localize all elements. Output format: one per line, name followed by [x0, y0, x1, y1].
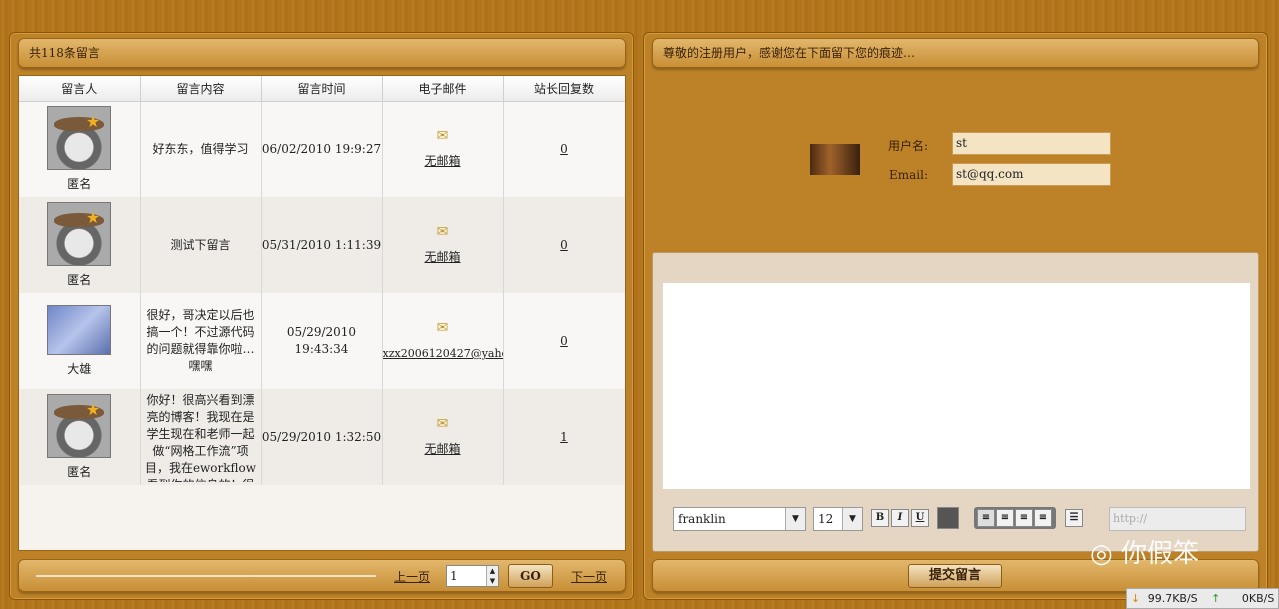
message-table: 留言人 留言内容 留言时间 电子邮件 站长回复数 匿名 好东东，值得学习 06/…	[18, 75, 626, 551]
avatar	[47, 201, 112, 266]
message-time: 05/29/2010 1:32:50	[261, 389, 383, 485]
message-time: 06/02/2010 19:9:27	[261, 101, 383, 197]
message-content: 好东东，值得学习	[152, 141, 249, 156]
message-content: 测试下留言	[170, 237, 231, 252]
email-link[interactable]: 无邮箱	[424, 442, 460, 456]
watermark: ◎ 你假笨	[1090, 539, 1199, 569]
mail-icon: ✉	[436, 128, 449, 145]
message-content: 你好！很高兴看到漂亮的博客！我现在是学生现在和老师一起做“网格工作流”项目，我在…	[144, 393, 257, 482]
message-textarea[interactable]	[663, 283, 1250, 489]
mail-icon: ✉	[436, 416, 449, 432]
download-arrow-icon: ↓	[1131, 592, 1141, 605]
column-header-time: 留言时间	[261, 76, 383, 102]
next-page-link[interactable]: 下一页	[571, 568, 607, 585]
color-picker-button[interactable]	[937, 507, 959, 529]
download-speed: 99.7KB/S	[1147, 592, 1198, 605]
font-size-select[interactable]: 12 ▼	[813, 507, 863, 531]
username-field[interactable]: st	[952, 132, 1111, 155]
reply-count-link[interactable]: 0	[560, 238, 568, 252]
avatar	[47, 393, 112, 458]
go-button[interactable]: GO	[508, 564, 553, 588]
email-link[interactable]: 无邮箱	[424, 154, 460, 168]
author-name: 匿名	[67, 272, 92, 287]
list-icon[interactable]: ☰	[1065, 509, 1083, 527]
submit-message-button[interactable]: 提交留言	[908, 564, 1002, 588]
align-right-icon[interactable]: ≡	[1015, 509, 1033, 527]
column-header-content: 留言内容	[140, 76, 262, 102]
email-label: Email:	[888, 168, 928, 182]
message-count-header: 共118条留言	[18, 38, 626, 68]
message-time: 05/31/2010 1:11:39	[261, 197, 383, 293]
font-select[interactable]: franklin ▼	[673, 507, 806, 531]
page-spinner[interactable]: ▲ ▼	[486, 566, 498, 586]
bold-button[interactable]: B	[871, 509, 889, 527]
table-row: 大雄 很好，哥决定以后也搞一个！不过源代码的问题就得靠你啦…嘿嘿 05/29/2…	[19, 293, 625, 389]
wechat-icon: ◎	[1090, 539, 1121, 569]
mail-icon: ✉	[436, 224, 449, 240]
prev-page-link[interactable]: 上一页	[394, 568, 430, 585]
upload-arrow-icon: ↑	[1211, 592, 1221, 605]
reply-count-link[interactable]: 0	[560, 142, 568, 156]
table-row: 匿名 你好！很高兴看到漂亮的博客！我现在是学生现在和老师一起做“网格工作流”项目…	[19, 389, 625, 485]
email-link[interactable]: xzx2006120427@yaho	[383, 347, 503, 360]
message-time: 05/29/2010 19:43:34	[261, 293, 383, 389]
upload-speed: 0KB/S	[1241, 592, 1275, 605]
username-label: 用户名:	[887, 139, 928, 153]
author-name: 匿名	[67, 176, 92, 191]
chevron-down-icon: ▼	[785, 508, 805, 530]
page-number-input[interactable]: 1 ▲ ▼	[446, 565, 499, 587]
mail-icon: ✉	[436, 320, 449, 336]
italic-button[interactable]: I	[891, 509, 909, 527]
avatar	[47, 304, 112, 355]
table-row: 匿名 测试下留言 05/31/2010 1:11:39 ✉ 无邮箱 0	[19, 197, 625, 293]
column-header-replies: 站长回复数	[503, 76, 625, 102]
author-name: 大雄	[67, 361, 92, 376]
email-link[interactable]: 无邮箱	[424, 250, 460, 264]
align-left-icon[interactable]: ≡	[977, 509, 995, 527]
align-center-icon[interactable]: ≡	[996, 509, 1014, 527]
pager-divider	[36, 575, 376, 577]
avatar	[47, 105, 112, 170]
message-editor: franklin ▼ 12 ▼ B I U ≡ ≡ ≡ ≡ ☰ http://	[652, 252, 1259, 552]
reply-count-link[interactable]: 1	[560, 430, 568, 444]
column-header-email: 电子邮件	[382, 76, 504, 102]
message-content: 很好，哥决定以后也搞一个！不过源代码的问题就得靠你啦…嘿嘿	[146, 308, 255, 373]
table-row: 匿名 好东东，值得学习 06/02/2010 19:9:27 ✉ 无邮箱 0	[19, 101, 625, 197]
align-justify-icon[interactable]: ≡	[1034, 509, 1052, 527]
url-input[interactable]: http://	[1109, 507, 1246, 531]
user-avatar	[810, 144, 860, 175]
author-name: 匿名	[67, 464, 92, 479]
chevron-down-icon: ▼	[842, 508, 862, 530]
underline-button[interactable]: U	[911, 509, 929, 527]
column-header-author: 留言人	[19, 76, 141, 102]
reply-count-link[interactable]: 0	[560, 334, 568, 348]
network-status: ↓ 99.7KB/S ↑ 0KB/S	[1126, 588, 1279, 609]
post-message-header: 尊敬的注册用户，感谢您在下面留下您的痕迹…	[652, 38, 1259, 68]
email-field[interactable]: st@qq.com	[952, 163, 1111, 186]
